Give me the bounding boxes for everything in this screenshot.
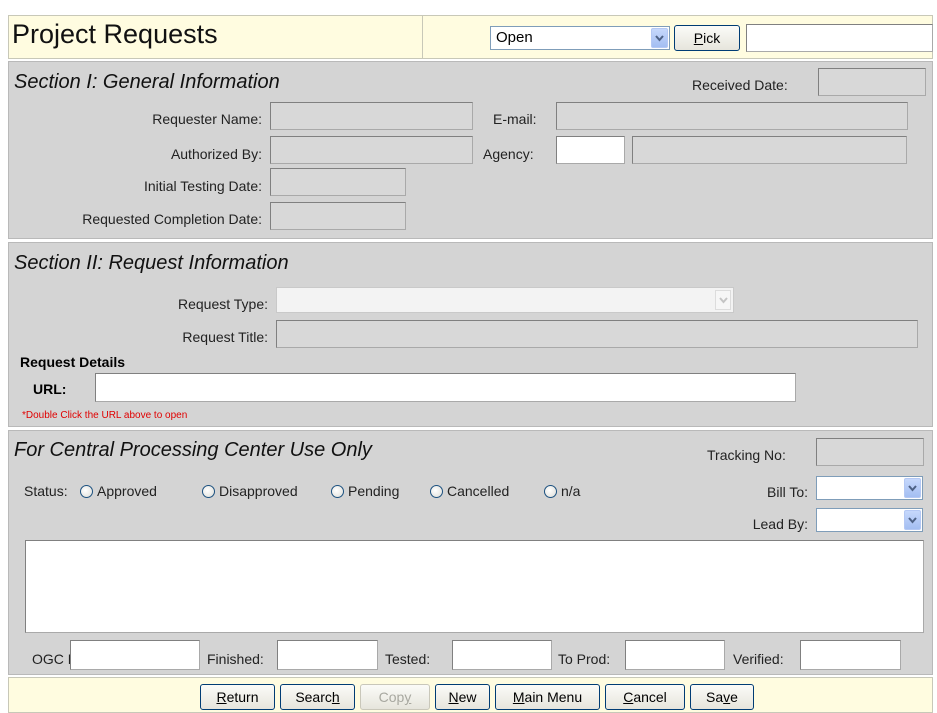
- verified-input[interactable]: [800, 640, 901, 670]
- agency-name-field: [632, 136, 907, 164]
- requested-completion-date-label: Requested Completion Date:: [82, 211, 262, 227]
- ogc-dt-input[interactable]: [70, 640, 200, 670]
- section2-title: Section II: Request Information: [14, 252, 289, 274]
- status-radio-approved[interactable]: [80, 485, 93, 498]
- header-divider: [422, 15, 423, 59]
- agency-label: Agency:: [483, 146, 534, 162]
- email-label: E-mail:: [493, 111, 537, 127]
- bill-to-label: Bill To:: [767, 484, 808, 500]
- section3-title: For Central Processing Center Use Only: [14, 439, 372, 461]
- received-date-label: Received Date:: [692, 77, 788, 93]
- lead-by-select[interactable]: [816, 508, 923, 532]
- status-option-na[interactable]: n/a: [561, 483, 580, 499]
- pick-label-u: P: [693, 30, 704, 46]
- requester-name-label: Requester Name:: [152, 111, 262, 127]
- to-prod-input[interactable]: [625, 640, 725, 670]
- section1-title: Section I: General Information: [14, 71, 280, 93]
- status-option-approved[interactable]: Approved: [97, 483, 157, 499]
- return-button[interactable]: Return: [200, 684, 275, 710]
- requested-completion-date-field: [270, 202, 406, 230]
- lead-by-label: Lead By:: [752, 516, 808, 532]
- status-filter-value: Open: [496, 29, 533, 46]
- request-details-heading: Request Details: [20, 354, 126, 370]
- cancel-button[interactable]: Cancel: [605, 684, 685, 710]
- status-radio-disapproved[interactable]: [202, 485, 215, 498]
- main-menu-button[interactable]: Main Menu: [495, 684, 600, 710]
- tracking-no-field: [816, 438, 924, 466]
- finished-label: Finished:: [207, 651, 264, 667]
- page-title: Project Requests: [12, 19, 218, 49]
- email-field: [556, 102, 908, 130]
- status-label: Status:: [24, 483, 68, 499]
- new-button[interactable]: New: [435, 684, 490, 710]
- status-option-disapproved[interactable]: Disapproved: [219, 483, 298, 499]
- pick-button[interactable]: Pick: [674, 25, 740, 51]
- copy-button[interactable]: Copy: [360, 684, 430, 710]
- received-date-field: [818, 68, 926, 96]
- bill-to-select[interactable]: [816, 476, 923, 500]
- tracking-no-label: Tracking No:: [707, 447, 786, 463]
- tested-input[interactable]: [452, 640, 552, 670]
- url-input[interactable]: [95, 373, 796, 402]
- request-title-label: Request Title:: [182, 329, 268, 345]
- requester-name-field: [270, 102, 473, 130]
- status-radio-pending[interactable]: [331, 485, 344, 498]
- status-option-cancelled[interactable]: Cancelled: [447, 483, 509, 499]
- authorized-by-label: Authorized By:: [170, 146, 262, 162]
- initial-testing-date-label: Initial Testing Date:: [143, 178, 262, 194]
- chevron-down-icon: [715, 290, 731, 310]
- initial-testing-date-field: [270, 168, 406, 196]
- status-option-pending[interactable]: Pending: [348, 483, 399, 499]
- authorized-by-field: [270, 136, 473, 164]
- notes-textarea[interactable]: [25, 540, 924, 633]
- url-label: URL:: [33, 381, 67, 397]
- request-title-field: [276, 320, 918, 348]
- request-type-label: Request Type:: [177, 296, 268, 312]
- chevron-down-icon: [904, 510, 921, 530]
- save-button[interactable]: Save: [690, 684, 754, 710]
- status-filter-select[interactable]: Open: [490, 26, 670, 50]
- chevron-down-icon: [651, 28, 668, 48]
- request-type-select[interactable]: [276, 287, 734, 313]
- tested-label: Tested:: [385, 651, 431, 667]
- to-prod-label: To Prod:: [558, 651, 611, 667]
- status-radio-na[interactable]: [544, 485, 557, 498]
- agency-code-input[interactable]: [556, 136, 625, 164]
- status-radio-cancelled[interactable]: [430, 485, 443, 498]
- finished-input[interactable]: [277, 640, 378, 670]
- chevron-down-icon: [904, 478, 921, 498]
- pick-search-input[interactable]: [746, 24, 933, 52]
- verified-label: Verified:: [733, 651, 784, 667]
- url-hint: *Double Click the URL above to open: [22, 410, 188, 421]
- pick-label-post: ick: [703, 30, 721, 46]
- search-button[interactable]: Search: [280, 684, 355, 710]
